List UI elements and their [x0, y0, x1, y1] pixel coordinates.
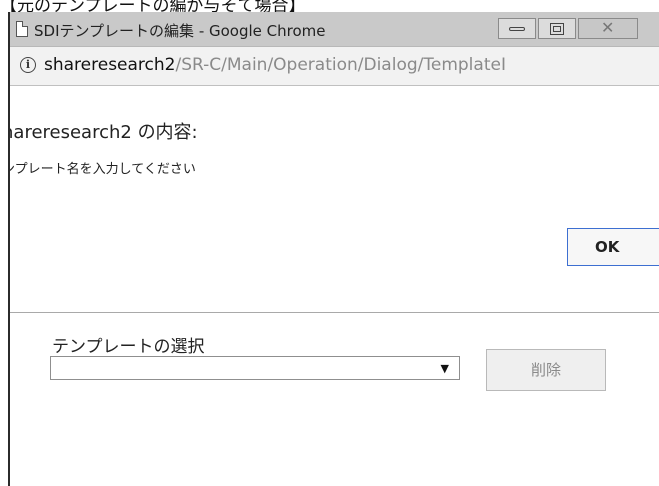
address-bar[interactable]: i shareresearch2/SR-C/Main/Operation/Dia…	[10, 47, 659, 86]
window-title: SDIテンプレートの編集 - Google Chrome	[34, 22, 326, 40]
template-select[interactable]: ▼	[50, 356, 460, 380]
close-button[interactable]: ✕	[578, 18, 638, 39]
prompt-dialog: hareresearch2 の内容: ンプレート名を入力してください OK	[10, 86, 659, 313]
dropdown-arrow-icon[interactable]: ▼	[441, 362, 449, 375]
delete-button[interactable]: 削除	[486, 349, 606, 391]
minimize-icon	[509, 27, 525, 31]
maximize-icon	[550, 23, 564, 35]
dialog-message: ンプレート名を入力してください	[8, 162, 196, 177]
close-icon: ✕	[601, 18, 615, 37]
info-icon[interactable]: i	[20, 57, 36, 73]
template-select-label: テンプレートの選択	[52, 337, 205, 357]
dialog-heading: hareresearch2 の内容:	[8, 122, 198, 143]
maximize-button[interactable]	[538, 18, 576, 39]
window-controls: ✕	[498, 18, 640, 40]
url-path: /SR-C/Main/Operation/Dialog/TemplateI	[175, 55, 506, 75]
minimize-button[interactable]	[498, 18, 536, 39]
ok-button[interactable]: OK	[567, 228, 659, 266]
title-bar: SDIテンプレートの編集 - Google Chrome ✕	[10, 12, 659, 47]
page-icon	[16, 21, 28, 37]
template-form: テンプレートの選択 ▼ 削除	[10, 313, 659, 486]
url-display[interactable]: shareresearch2/SR-C/Main/Operation/Dialo…	[44, 55, 506, 75]
browser-window: SDIテンプレートの編集 - Google Chrome ✕ i sharere…	[8, 12, 659, 486]
url-host: shareresearch2	[44, 55, 176, 75]
